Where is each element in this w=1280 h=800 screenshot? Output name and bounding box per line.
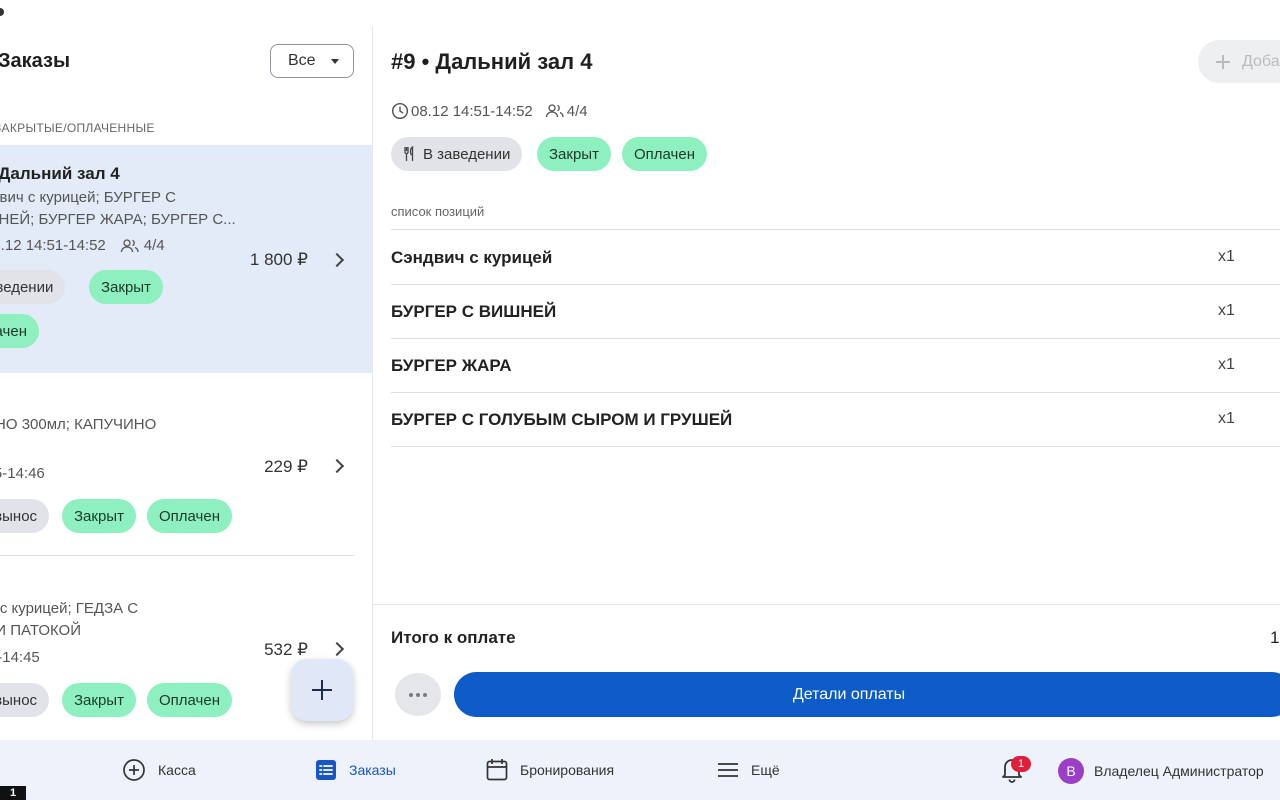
order-title: #9 • Дальний зал 4 — [0, 164, 120, 183]
add-item-button[interactable]: Добавить — [1198, 40, 1280, 83]
notifications-badge: 1 — [1011, 756, 1031, 772]
order-meta: 08.12 14:44-14:45 — [0, 649, 40, 666]
position-qty: x1 — [1218, 356, 1235, 373]
detail-tag-service: В заведении — [391, 137, 523, 171]
order-items-line: Сэндвич с курицей; БУРГЕР С — [0, 189, 176, 206]
order-tag-status: Закрыт — [62, 683, 136, 717]
total-divider — [373, 604, 1280, 605]
menu-icon — [718, 763, 738, 777]
order-card-selected[interactable]: #9 • Дальний зал 4 Сэндвич с курицей; БУ… — [0, 145, 372, 373]
nav-item-cash-label: Касса — [158, 762, 196, 778]
guests-icon — [120, 238, 139, 252]
total-value: 1 800 ₽ — [1270, 628, 1280, 647]
positions-divider — [391, 446, 1280, 447]
position-qty: x1 — [1218, 302, 1235, 319]
detail-tag-service-label: В заведении — [423, 145, 511, 163]
orders-filter-select[interactable]: Все — [270, 44, 354, 78]
order-tag-service: Навынос — [0, 499, 50, 533]
chevron-right-icon — [329, 641, 345, 657]
guests-icon — [545, 104, 564, 118]
payment-details-button[interactable]: Детали оплаты — [454, 672, 1280, 717]
new-order-button[interactable] — [291, 659, 353, 721]
order-tag-status: Закрыт — [89, 270, 163, 304]
order-time: 08.12 14:45-14:46 — [0, 465, 45, 482]
order-detail-panel: #9 • Дальний зал 4 Добавить 08.12 14:51-… — [373, 0, 1280, 740]
orders-list-panel: Заказы Все ЗАКРЫТЫЕ/ОПЛАЧЕННЫЕ #9 • Даль… — [0, 0, 372, 740]
order-tag-status: Закрыт — [62, 499, 136, 533]
calendar-icon — [486, 759, 508, 781]
fork-knife-icon — [404, 146, 414, 161]
caret-down-icon — [331, 59, 339, 64]
order-items-line: КУРИЦЕЙ И ПАТОКОЙ — [0, 622, 82, 639]
nav-item-bookings-label: Бронирования — [520, 762, 615, 778]
order-meta: 08.12 14:45-14:46 — [0, 465, 45, 482]
more-dots-icon — [409, 692, 413, 697]
order-tag-payment: Оплачен — [147, 499, 232, 533]
nav-item-more[interactable]: Ещё — [717, 740, 780, 800]
order-detail-meta: 08.12 14:51-14:52 4/4 — [391, 102, 588, 120]
more-actions-button[interactable] — [395, 673, 441, 716]
plus-icon — [1216, 54, 1230, 69]
add-item-label: Добавить — [1242, 52, 1280, 70]
order-items-line: ВИШНЕЙ; БУРГЕР ЖАРА; БУРГЕР С... — [0, 211, 236, 228]
user-menu[interactable]: В Владелец Администратор — [1058, 758, 1264, 784]
order-detail-title: #9 • Дальний зал 4 — [391, 49, 593, 74]
position-qty: x1 — [1218, 410, 1235, 427]
position-row[interactable]: БУРГЕР ЖАРА x1 — [391, 338, 1280, 392]
position-row[interactable]: БУРГЕР С ВИШНЕЙ x1 — [391, 284, 1280, 338]
position-name: БУРГЕР С ВИШНЕЙ — [391, 302, 557, 321]
order-items-line: АМЕРИКАНО 300мл; КАПУЧИНО — [0, 416, 157, 433]
detail-tag-status: Закрыт — [537, 137, 611, 171]
payment-details-label: Детали оплаты — [792, 685, 906, 703]
order-meta: 08.12 14:51-14:52 4/4 — [0, 237, 165, 254]
nav-item-orders[interactable]: Заказы — [315, 740, 396, 800]
nav-item-more-label: Ещё — [751, 762, 780, 778]
order-card[interactable]: АМЕРИКАНО 300мл; КАПУЧИНО 08.12 14:45-14… — [0, 373, 372, 556]
order-items-line: Сэндвич с курицей; ГЕДЗА С — [0, 600, 139, 617]
order-detail-guests: 4/4 — [566, 102, 588, 120]
nav-item-bookings[interactable]: Бронирования — [486, 740, 614, 800]
detail-tag-payment: Оплачен — [622, 137, 707, 171]
orders-section-label: ЗАКРЫТЫЕ/ОПЛАЧЕННЫЕ — [0, 121, 155, 135]
back-icon[interactable] — [0, 8, 4, 16]
nav-item-orders-label: Заказы — [349, 762, 396, 778]
nav-item-cash[interactable]: Касса — [122, 740, 196, 800]
order-time: 08.12 14:44-14:45 — [0, 649, 40, 666]
order-price: 532 ₽ — [264, 640, 308, 659]
order-guests: 4/4 — [143, 237, 165, 254]
orders-title: Заказы — [0, 50, 71, 72]
page-tag: 1 — [0, 786, 26, 800]
plus-circle-icon — [123, 759, 145, 781]
position-name: БУРГЕР С ГОЛУБЫМ СЫРОМ И ГРУШЕЙ — [391, 410, 733, 429]
list-icon — [316, 760, 336, 780]
position-name: Сэндвич с курицей — [391, 248, 553, 267]
user-name: Владелец Администратор — [1094, 763, 1264, 779]
filter-selected-value: Все — [288, 52, 316, 69]
order-tag-service: Навынос — [0, 683, 50, 717]
total-label: Итого к оплате — [391, 628, 516, 647]
chevron-right-icon — [329, 252, 345, 268]
chevron-right-icon — [329, 458, 345, 474]
clock-icon — [391, 102, 409, 120]
order-tag-payment: Оплачен — [0, 314, 39, 348]
order-price: 1 800 ₽ — [249, 250, 308, 269]
position-row[interactable]: БУРГЕР С ГОЛУБЫМ СЫРОМ И ГРУШЕЙ x1 — [391, 392, 1280, 446]
order-tag-payment: Оплачен — [147, 683, 232, 717]
order-detail-time: 08.12 14:51-14:52 — [411, 102, 533, 120]
order-tag-service: В заведении — [0, 270, 66, 304]
position-name: БУРГЕР ЖАРА — [391, 356, 512, 375]
avatar: В — [1058, 758, 1084, 784]
position-qty: x1 — [1218, 248, 1235, 265]
order-price: 229 ₽ — [264, 457, 308, 476]
order-time: 08.12 14:51-14:52 — [0, 237, 106, 254]
positions-label: список позиций — [391, 204, 485, 219]
position-row[interactable]: Сэндвич с курицей x1 — [391, 230, 1280, 284]
